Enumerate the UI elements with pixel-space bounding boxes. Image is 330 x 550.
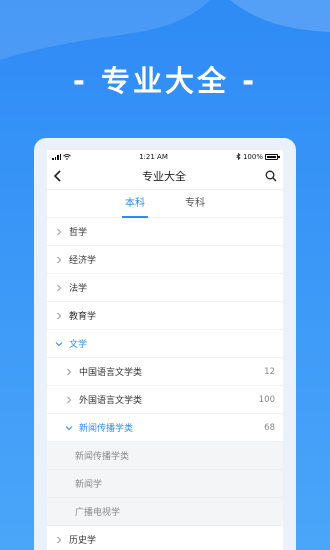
major-label: 新闻学 — [75, 480, 103, 490]
category-label: 文学 — [69, 340, 88, 350]
chevron-right-icon — [53, 312, 65, 320]
chevron-down-icon — [53, 341, 65, 347]
subcategory-count: 68 — [264, 422, 275, 433]
category-label: 历史学 — [69, 536, 97, 546]
bluetooth-icon — [236, 153, 241, 160]
chevron-right-icon — [53, 284, 65, 292]
chevron-right-icon — [53, 228, 65, 236]
signal-icon — [52, 153, 61, 160]
major-row[interactable]: 新闻传播学类 — [47, 442, 283, 470]
category-label: 经济学 — [69, 256, 97, 266]
subcategory-count: 12 — [264, 366, 275, 377]
tab-undergraduate[interactable]: 本科 — [122, 190, 148, 218]
category-label: 法学 — [69, 284, 88, 294]
major-label: 新闻传播学类 — [75, 452, 130, 462]
subcategory-row[interactable]: 外国语言文学类 100 — [47, 386, 283, 414]
wifi-icon — [63, 153, 71, 160]
subcategory-count: 100 — [258, 394, 275, 405]
subcategory-row-expanded[interactable]: 新闻传播学类 68 — [47, 414, 283, 442]
page-headline: - 专业大全 - — [72, 64, 258, 98]
chevron-right-icon — [63, 368, 75, 376]
category-label: 教育学 — [69, 312, 97, 322]
chevron-right-icon — [53, 256, 65, 264]
major-label: 广播电视学 — [75, 508, 121, 518]
subcategory-label: 中国语言文学类 — [79, 368, 143, 378]
subcategory-label: 外国语言文学类 — [79, 396, 143, 406]
chevron-down-icon — [63, 425, 75, 431]
chevron-left-icon[interactable] — [53, 170, 63, 182]
nav-title: 专业大全 — [142, 170, 186, 183]
search-icon[interactable] — [265, 170, 277, 182]
category-label: 哲学 — [69, 228, 88, 238]
chevron-right-icon — [53, 536, 65, 544]
battery-icon — [264, 153, 280, 160]
phone-mockup: 1:21 AM 100% 专业大全 本科 专科 哲学 经济学 法学 教育学 文学… — [34, 138, 296, 550]
subcategory-row[interactable]: 中国语言文学类 12 — [47, 358, 283, 386]
major-row[interactable]: 新闻学 — [47, 470, 283, 498]
category-row[interactable]: 法学 — [47, 274, 283, 302]
app-screen: 1:21 AM 100% 专业大全 本科 专科 哲学 经济学 法学 教育学 文学… — [47, 150, 283, 550]
chevron-right-icon — [63, 396, 75, 404]
navigation-bar: 专业大全 — [47, 163, 283, 190]
category-row[interactable]: 历史学 — [47, 526, 283, 550]
degree-tabs: 本科 专科 — [47, 190, 283, 218]
tab-junior-college[interactable]: 专科 — [185, 190, 205, 218]
status-time: 1:21 AM — [139, 152, 168, 161]
category-row[interactable]: 哲学 — [47, 218, 283, 246]
category-row[interactable]: 教育学 — [47, 302, 283, 330]
major-list: 哲学 经济学 法学 教育学 文学 中国语言文学类 12 外国语言文学类 100 … — [47, 218, 283, 550]
major-row[interactable]: 广播电视学 — [47, 498, 283, 526]
battery-percent: 100% — [242, 152, 263, 161]
category-row[interactable]: 经济学 — [47, 246, 283, 274]
status-bar: 1:21 AM 100% — [47, 150, 283, 163]
subcategory-label: 新闻传播学类 — [79, 424, 134, 434]
category-row-expanded[interactable]: 文学 — [47, 330, 283, 358]
